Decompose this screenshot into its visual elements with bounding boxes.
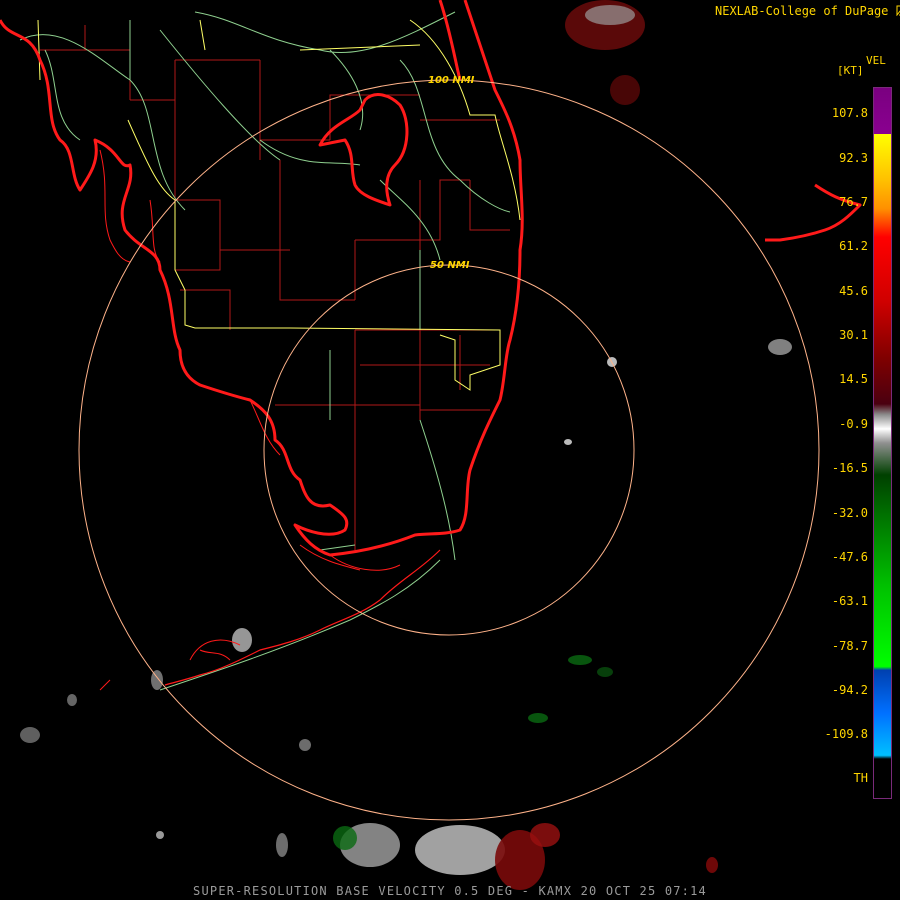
range-ring-100nmi-label: 100 NMI [428,75,475,86]
legend-tick: 14.5 [839,372,868,386]
legend-tick: -0.9 [839,417,868,431]
legend-tick: 45.6 [839,284,868,298]
product-caption: SUPER-RESOLUTION BASE VELOCITY 0.5 DEG -… [193,884,707,898]
legend-tick: 107.8 [831,106,868,120]
legend-tick: 92.3 [839,151,868,165]
legend-tick: -16.5 [831,461,868,475]
legend-tick: 61.2 [839,239,868,253]
legend-tick: -32.0 [831,506,868,520]
legend-title: VEL [866,54,886,67]
legend-tick: -63.1 [831,594,868,608]
velocity-colorbar [873,87,892,799]
legend-tick: -47.6 [831,550,868,564]
legend-tick: 76.7 [839,195,868,209]
legend-units: [KT] [837,64,864,77]
range-ring-50nmi-label: 50 NMI [430,260,470,271]
legend-tick: -109.8 [824,727,868,741]
legend-tick: 30.1 [839,328,868,342]
legend-tick: TH [853,771,868,785]
radar-map: 50 NMI 100 NMI [0,0,862,890]
credit-text: NEXLAB-College of DuPage [715,4,889,18]
nexlab-mark-icon [896,5,900,17]
credit-label: NEXLAB-College of DuPage [715,4,900,18]
legend-tick: -78.7 [831,639,868,653]
legend-tick: -94.2 [831,683,868,697]
